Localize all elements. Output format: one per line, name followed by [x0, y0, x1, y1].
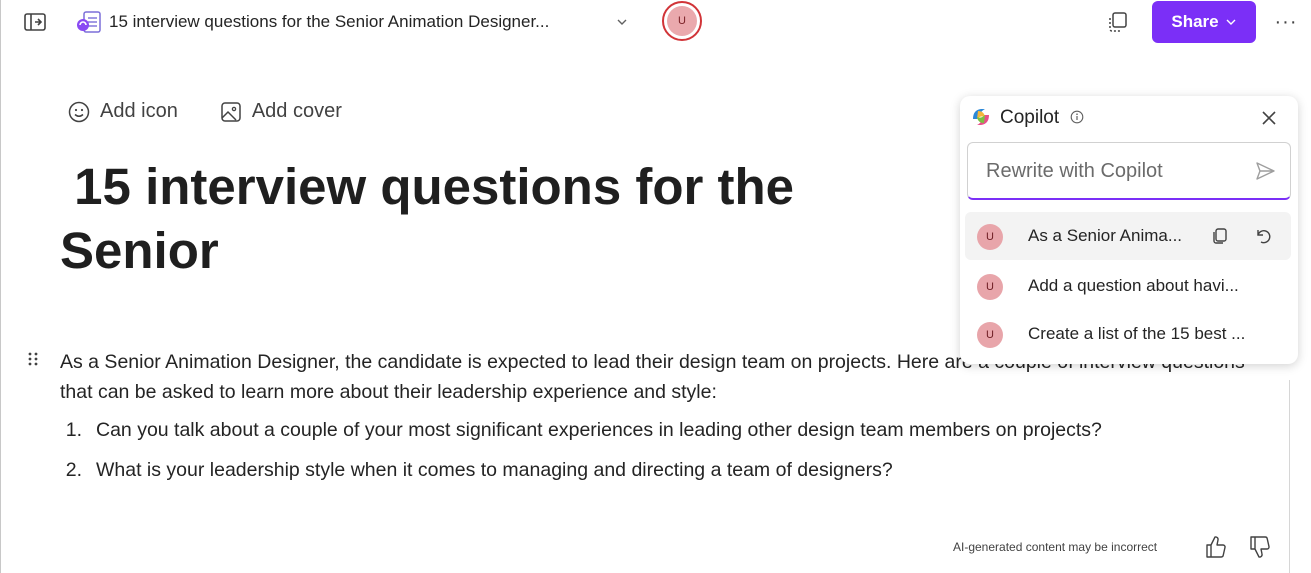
- list-number: 1.: [65, 419, 82, 441]
- copilot-title: Copilot: [1000, 107, 1060, 128]
- list-item[interactable]: 2. What is your leadership style when it…: [60, 455, 1280, 485]
- avatar: U: [977, 224, 1003, 250]
- page-title[interactable]: 15 interview questions for the Senior An…: [60, 155, 960, 285]
- smiley-icon: [68, 101, 90, 122]
- add-icon-label: Add icon: [100, 100, 178, 122]
- chevron-down-icon: [1226, 19, 1236, 25]
- page-title-container: 15 interview questions for the Senior An…: [60, 155, 960, 285]
- avatar-initial: U: [667, 6, 697, 36]
- page-header-actions: Add icon Add cover: [68, 100, 342, 123]
- close-icon[interactable]: [1259, 108, 1279, 128]
- more-options-button[interactable]: ···: [1272, 10, 1300, 34]
- loop-page-icon: [76, 10, 102, 34]
- image-icon: [221, 101, 241, 122]
- list-item-text: Can you talk about a couple of your most…: [96, 419, 1102, 441]
- avatar: U: [977, 322, 1003, 348]
- thumbs-up-icon[interactable]: [1204, 534, 1228, 560]
- copilot-history-item[interactable]: U As a Senior Anima...: [965, 212, 1291, 260]
- send-icon[interactable]: [1254, 160, 1276, 182]
- drag-handle-icon[interactable]: [26, 350, 40, 368]
- history-item-text: As a Senior Anima...: [1028, 226, 1183, 245]
- share-label: Share: [1171, 12, 1219, 31]
- history-item-text: Add a question about havi...: [1028, 276, 1239, 295]
- top-bar: 15 interview questions for the Senior An…: [0, 0, 1311, 44]
- copy-link-icon[interactable]: [1106, 10, 1130, 34]
- sidebar-toggle-icon[interactable]: [24, 12, 46, 32]
- copilot-history-item[interactable]: U Create a list of the 15 best ...: [965, 310, 1291, 358]
- list-item[interactable]: 1. Can you talk about a couple of your m…: [60, 415, 1280, 445]
- copy-icon[interactable]: [1210, 226, 1230, 246]
- page-body[interactable]: As a Senior Animation Designer, the cand…: [60, 347, 1280, 495]
- ai-disclaimer: AI-generated content may be incorrect: [953, 540, 1158, 554]
- window-left-border: [0, 0, 1, 573]
- add-icon-button[interactable]: Add icon: [68, 100, 178, 123]
- content-divider: [1289, 380, 1290, 573]
- info-icon[interactable]: [1070, 110, 1084, 124]
- add-cover-button[interactable]: Add cover: [220, 100, 342, 123]
- list-number: 2.: [65, 459, 82, 481]
- copilot-panel: Copilot U As a Senior Anima... U Add a q…: [960, 96, 1298, 364]
- share-button[interactable]: Share: [1152, 1, 1256, 43]
- copilot-history-item[interactable]: U Add a question about havi...: [965, 262, 1291, 310]
- copilot-logo-icon: [969, 105, 993, 129]
- history-item-text: Create a list of the 15 best ...: [1028, 324, 1246, 343]
- question-list: 1. Can you talk about a couple of your m…: [60, 415, 1280, 485]
- add-cover-label: Add cover: [251, 100, 342, 122]
- document-title[interactable]: 15 interview questions for the Senior An…: [109, 12, 549, 32]
- copilot-prompt-box: [967, 142, 1291, 200]
- avatar: U: [977, 274, 1003, 300]
- list-item-text: What is your leadership style when it co…: [96, 459, 893, 481]
- undo-icon[interactable]: [1253, 226, 1273, 246]
- user-avatar[interactable]: U: [662, 1, 702, 41]
- chevron-down-icon[interactable]: [615, 15, 629, 29]
- copilot-prompt-input[interactable]: [984, 155, 1248, 187]
- thumbs-down-icon[interactable]: [1248, 534, 1272, 560]
